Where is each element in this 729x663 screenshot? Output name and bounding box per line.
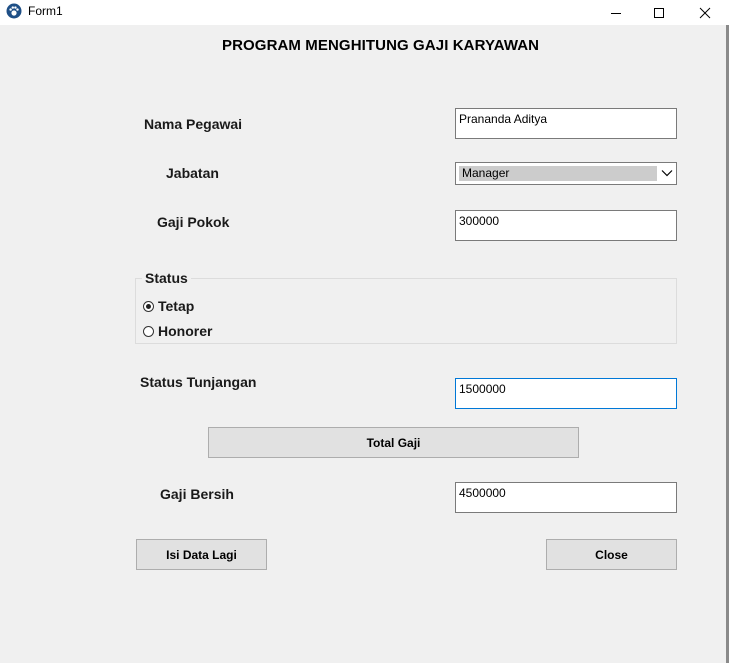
status-option-label: Honorer [158, 323, 213, 339]
status-option-honorer[interactable]: Honorer [143, 323, 212, 339]
status-groupbox [135, 278, 677, 344]
status-option-tetap[interactable]: Tetap [143, 298, 194, 314]
nama-pegawai-label: Nama Pegawai [144, 116, 243, 132]
nama-pegawai-input[interactable]: Prananda Aditya [455, 108, 677, 139]
status-tunjangan-input[interactable]: 1500000 [455, 378, 677, 409]
jabatan-label: Jabatan [166, 165, 219, 181]
close-icon [699, 7, 711, 18]
title-bar: Form1 [0, 0, 729, 25]
status-tunjangan-label: Status Tunjangan [140, 374, 257, 390]
window-title: Form1 [28, 4, 63, 18]
maximize-button[interactable] [636, 0, 682, 25]
chevron-down-icon [661, 170, 673, 177]
close-button[interactable]: Close [546, 539, 677, 570]
close-window-button[interactable] [682, 0, 728, 25]
jabatan-select[interactable]: Manager [455, 162, 677, 185]
minimize-icon [611, 12, 621, 14]
gaji-bersih-input[interactable]: 4500000 [455, 482, 677, 513]
status-option-label: Tetap [158, 298, 195, 314]
jabatan-selected-value: Manager [459, 166, 657, 181]
status-group-title: Status [142, 270, 191, 286]
gaji-bersih-label: Gaji Bersih [160, 486, 234, 502]
page-title: PROGRAM MENGHITUNG GAJI KARYAWAN [222, 37, 540, 54]
radio-checked-icon[interactable] [143, 300, 154, 312]
gaji-pokok-label: Gaji Pokok [157, 214, 230, 230]
gaji-pokok-input[interactable]: 300000 [455, 210, 677, 241]
isi-data-lagi-button[interactable]: Isi Data Lagi [136, 539, 267, 570]
app-icon [6, 3, 22, 19]
maximize-icon [654, 7, 664, 18]
minimize-button[interactable] [593, 0, 639, 25]
total-gaji-button[interactable]: Total Gaji [208, 427, 579, 458]
radio-unchecked-icon[interactable] [143, 325, 154, 337]
